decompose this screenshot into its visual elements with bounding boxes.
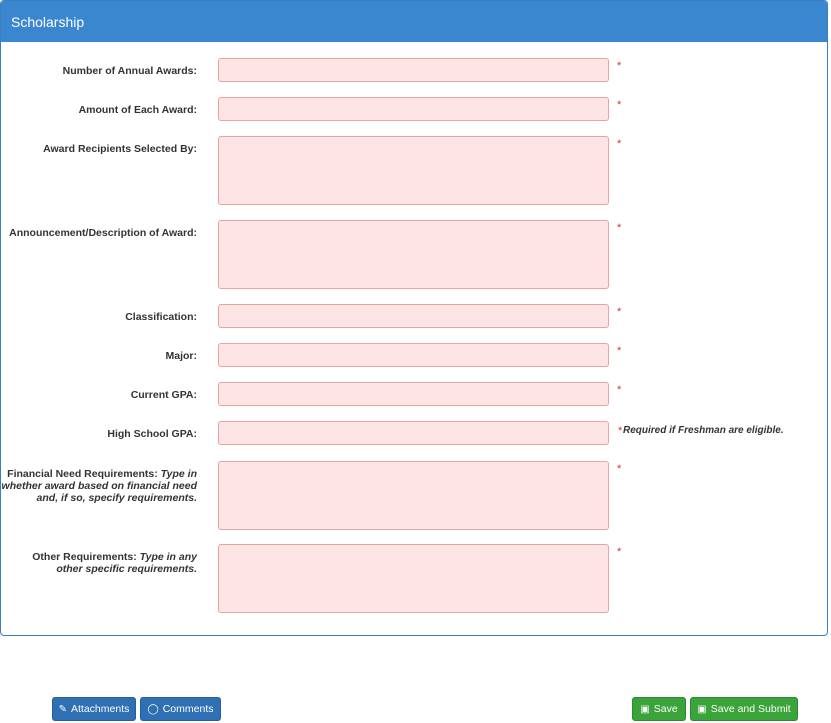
required-marker: * <box>618 425 623 437</box>
comments-label: Comments <box>162 703 214 715</box>
comment-icon: ◯ <box>147 703 159 715</box>
other-requirements-textarea[interactable] <box>218 544 609 613</box>
announcement-textarea[interactable] <box>218 220 609 289</box>
annual-awards-input[interactable] <box>218 58 609 82</box>
recipients-label: Award Recipients Selected By: <box>43 143 197 155</box>
comments-button[interactable]: ◯ Comments <box>140 697 221 721</box>
floppy-disk-icon: ▣ <box>697 703 707 715</box>
other-requirements-label-text: Other Requirements: <box>32 551 137 563</box>
attachments-label: Attachments <box>71 703 130 715</box>
annual-awards-label: Number of Annual Awards: <box>62 65 197 77</box>
required-marker: * <box>617 463 622 475</box>
announcement-label: Announcement/Description of Award: <box>9 227 197 239</box>
recipients-textarea[interactable] <box>218 136 609 205</box>
required-marker: * <box>617 546 622 558</box>
high-school-gpa-label: High School GPA: <box>107 428 197 440</box>
major-input[interactable] <box>218 343 609 367</box>
required-marker: * <box>617 99 622 111</box>
current-gpa-label: Current GPA: <box>130 389 197 401</box>
freshman-note: Required if Freshman are eligible. <box>623 425 784 436</box>
paperclip-icon: ✎ <box>58 703 67 715</box>
major-label: Major: <box>165 350 198 362</box>
amount-each-input[interactable] <box>218 97 609 121</box>
required-marker: * <box>617 345 622 357</box>
current-gpa-input[interactable] <box>218 382 609 406</box>
financial-need-label: Financial Need Requirements: Type in whe… <box>0 468 197 504</box>
amount-each-label: Amount of Each Award: <box>78 104 197 116</box>
required-marker: * <box>617 60 622 72</box>
other-requirements-label: Other Requirements: Type in any other sp… <box>22 551 197 575</box>
attachments-button[interactable]: ✎ Attachments <box>52 697 136 721</box>
financial-need-textarea[interactable] <box>218 461 609 530</box>
save-button[interactable]: ▣ Save <box>632 697 686 721</box>
required-marker: * <box>617 222 622 234</box>
high-school-gpa-input[interactable] <box>218 421 609 445</box>
save-and-submit-button[interactable]: ▣ Save and Submit <box>690 697 798 721</box>
financial-need-label-text: Financial Need Requirements: <box>7 468 158 480</box>
required-marker: * <box>617 138 622 150</box>
panel-title: Scholarship <box>1 1 827 42</box>
required-marker: * <box>617 384 622 396</box>
save-and-submit-label: Save and Submit <box>710 703 791 715</box>
save-label: Save <box>653 703 678 715</box>
floppy-disk-icon: ▣ <box>640 703 650 715</box>
scholarship-panel: Scholarship Number of Annual Awards: * A… <box>0 0 828 636</box>
classification-label: Classification: <box>125 311 197 323</box>
classification-input[interactable] <box>218 304 609 328</box>
required-marker: * <box>617 306 622 318</box>
